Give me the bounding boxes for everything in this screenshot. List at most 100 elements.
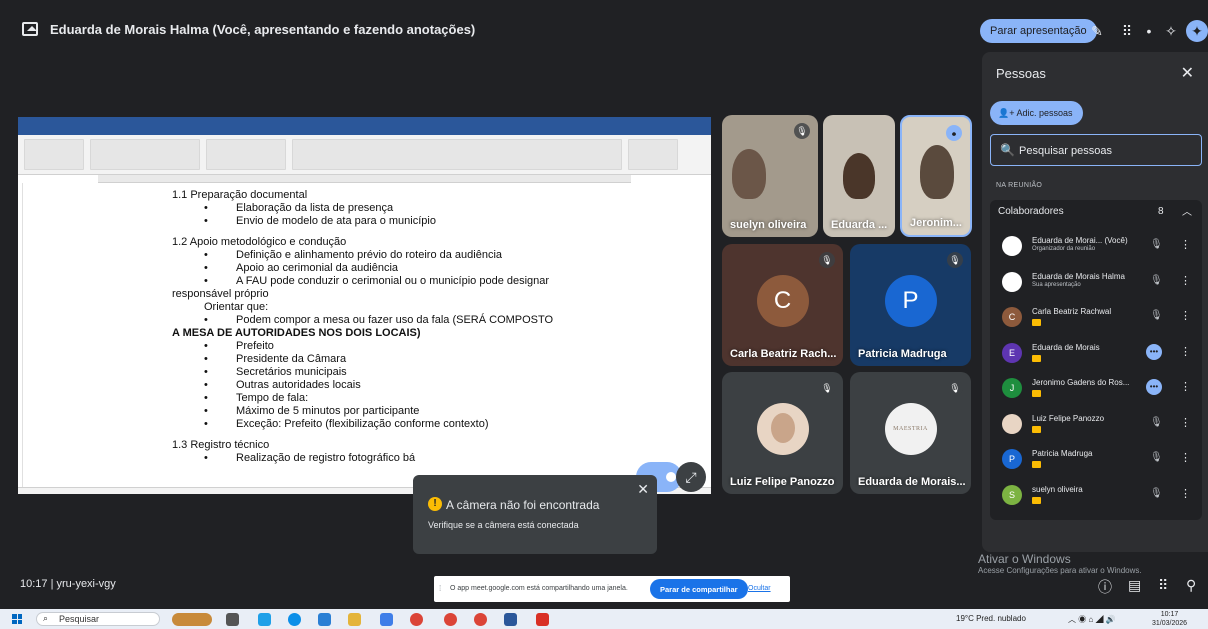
add-people-button[interactable]: 👤+ Adic. pessoas — [990, 101, 1083, 125]
bullet-icon: • — [204, 366, 208, 378]
participant-list: Eduarda de Morai... (Você) Organizador da… — [990, 224, 1202, 520]
close-icon[interactable]: ✕ — [1181, 63, 1194, 83]
more-options-icon[interactable]: ⋮ — [1180, 380, 1191, 393]
bullet-icon: • — [204, 249, 208, 261]
search-box[interactable]: 🔍 — [990, 134, 1202, 166]
gemini-sparkle-icon[interactable]: ✦ — [1186, 20, 1208, 42]
mic-off-icon[interactable]: 🎙 — [1150, 417, 1163, 428]
participant-tile-eduarda[interactable]: Eduarda ... — [823, 115, 895, 237]
layout-tiles-icon[interactable]: ⠿ — [1116, 20, 1138, 42]
widgets-icon[interactable] — [172, 613, 212, 626]
more-options-icon[interactable]: ⋮ — [1180, 309, 1191, 322]
avatar: P — [1002, 449, 1022, 469]
document-line: 1.2 Apoio metodológico e condução — [172, 236, 347, 248]
chrome-profile-icon[interactable] — [444, 613, 457, 626]
mic-off-icon: 🎙 — [794, 123, 810, 139]
avatar — [1002, 413, 1022, 434]
warning-icon: ! — [428, 497, 442, 511]
participant-tile-eduarda-morais[interactable]: 🎙 MAESTRIA Eduarda de Morais... — [850, 372, 971, 494]
word-title-bar — [18, 117, 711, 125]
participant-row[interactable]: E Eduarda de Morais ••• ⋮ — [990, 337, 1202, 373]
participant-name: Eduarda de Morais... — [858, 476, 966, 488]
document-line: Apoio ao cerimonial da audiência — [236, 262, 399, 274]
participant-name: Jeronimo Gadens do Ros... — [1032, 378, 1130, 387]
mic-off-icon[interactable]: 🎙 — [1150, 488, 1163, 499]
chrome-icon[interactable] — [410, 613, 423, 626]
avatar — [756, 403, 809, 455]
participant-row[interactable]: J Jeronimo Gadens do Ros... ••• ⋮ — [990, 372, 1202, 408]
participant-row[interactable]: Luiz Felipe Panozzo 🎙 ⋮ — [990, 408, 1202, 444]
participant-row[interactable]: C Carla Beatriz Rachwal 🎙 ⋮ — [990, 301, 1202, 337]
chevron-up-icon[interactable]: ︿ — [1182, 203, 1192, 218]
participant-row[interactable]: Eduarda de Morai... (Você) Organizador da… — [990, 230, 1202, 266]
chrome-profile-2-icon[interactable] — [474, 613, 487, 626]
more-options-icon[interactable]: ⋮ — [1180, 274, 1191, 287]
more-dots-icon[interactable]: • — [1138, 20, 1160, 42]
document-line: Presidente da Câmara — [236, 353, 347, 365]
document-line: A FAU pode conduzir o cerimonial ou o mu… — [236, 275, 550, 287]
more-options-icon[interactable]: ⋮ — [1180, 451, 1191, 464]
mic-off-icon[interactable]: 🎙 — [1150, 275, 1163, 286]
system-tray-icons[interactable]: ︿ ◉ ⌂ ◢ 🔊 — [1068, 614, 1116, 625]
participant-tile-patricia[interactable]: 🎙 P Patricia Madruga — [850, 244, 971, 366]
participant-name: Carla Beatriz Rachwal — [1032, 307, 1112, 316]
taskbar-search[interactable]: ⌕ Pesquisar — [36, 612, 160, 626]
hand-badge-icon — [1032, 390, 1041, 397]
participant-row[interactable]: P Patricia Madruga 🎙 ⋮ — [990, 443, 1202, 479]
more-options-icon[interactable]: ⋮ — [1180, 487, 1191, 500]
more-options-icon[interactable]: ⋮ — [1180, 345, 1191, 358]
more-options-icon[interactable]: ⋮ — [1180, 416, 1191, 429]
search-input[interactable] — [1019, 141, 1199, 161]
bullet-icon: • — [204, 275, 208, 287]
participant-tile-suelyn[interactable]: 🎙 suelyn oliveira — [722, 115, 818, 237]
search-icon: 🔍 — [1000, 143, 1015, 157]
store-icon[interactable] — [318, 613, 331, 626]
activities-icon[interactable]: ⠿ — [1158, 577, 1168, 594]
participant-tile-luiz[interactable]: 🎙 Luiz Felipe Panozzo — [722, 372, 843, 494]
participant-row[interactable]: Ssuelyn oliveira 🎙 ⋮ — [990, 479, 1202, 515]
participant-name: Carla Beatriz Rach... — [730, 348, 837, 360]
edge-icon[interactable] — [288, 613, 301, 626]
drag-handle-icon[interactable]: ⁞ — [439, 584, 441, 593]
host-controls-icon[interactable]: ⚲ — [1186, 577, 1196, 594]
avatar: E — [1002, 342, 1022, 363]
document-line: responsável próprio — [172, 288, 269, 300]
more-options-icon[interactable]: ⋮ — [1180, 238, 1191, 251]
file-explorer-icon[interactable] — [348, 613, 361, 626]
mic-off-icon: 🎙 — [947, 380, 963, 396]
taskbar-clock[interactable]: 10:17 31/03/2026 — [1152, 610, 1187, 628]
stop-sharing-button[interactable]: Parar de compartilhar — [650, 579, 748, 599]
avatar: S — [1002, 484, 1022, 505]
participant-row[interactable]: Eduarda de Morais Halma Sua apresentação 🎙… — [990, 266, 1202, 302]
info-icon[interactable]: ⓘ — [1098, 577, 1112, 597]
mic-off-icon[interactable]: 🎙 — [1150, 310, 1163, 321]
close-icon[interactable]: ✕ — [637, 481, 649, 498]
weather-widget[interactable]: 19°C Pred. nublado — [956, 614, 1026, 623]
windows-start-icon[interactable] — [12, 614, 22, 624]
document-line: 1.3 Registro técnico — [172, 439, 270, 451]
chat-icon[interactable]: ▤ — [1128, 577, 1141, 594]
mic-off-icon[interactable]: 🎙 — [1150, 239, 1163, 250]
speaking-indicator-icon[interactable]: ••• — [1146, 379, 1162, 395]
expand-icon[interactable]: ⤢ — [676, 462, 706, 492]
document-line: Envio de modelo de ata para o município — [236, 215, 436, 227]
collaborators-group-header[interactable]: Colaboradores 8 ︿ — [990, 200, 1202, 224]
hide-link[interactable]: Ocultar — [748, 585, 771, 592]
effects-wand-icon[interactable]: ✧ — [1160, 20, 1182, 42]
stop-presenting-button[interactable]: Parar apresentação — [980, 19, 1097, 43]
mic-off-icon[interactable]: 🎙 — [1150, 452, 1163, 463]
acrobat-icon[interactable] — [536, 613, 549, 626]
app-icon[interactable] — [380, 613, 393, 626]
task-view-icon[interactable] — [226, 613, 239, 626]
shared-screen-word-document: 1.1 Preparação documental • Elaboração da … — [18, 117, 711, 494]
word-icon[interactable] — [504, 613, 517, 626]
group-label: Colaboradores — [998, 206, 1064, 217]
document-line: Orientar que: — [204, 301, 269, 313]
speaking-indicator-icon[interactable]: ••• — [1146, 343, 1162, 360]
participant-tile-carla[interactable]: 🎙 C Carla Beatriz Rach... — [722, 244, 843, 366]
bullet-icon: • — [204, 392, 208, 404]
copilot-icon[interactable] — [258, 613, 271, 626]
document-line: Secretários municipais — [236, 366, 347, 378]
annotation-pen-icon[interactable]: ✎ — [1086, 20, 1108, 42]
participant-tile-jeronimo[interactable]: ⦁ Jeronim... — [900, 115, 972, 237]
